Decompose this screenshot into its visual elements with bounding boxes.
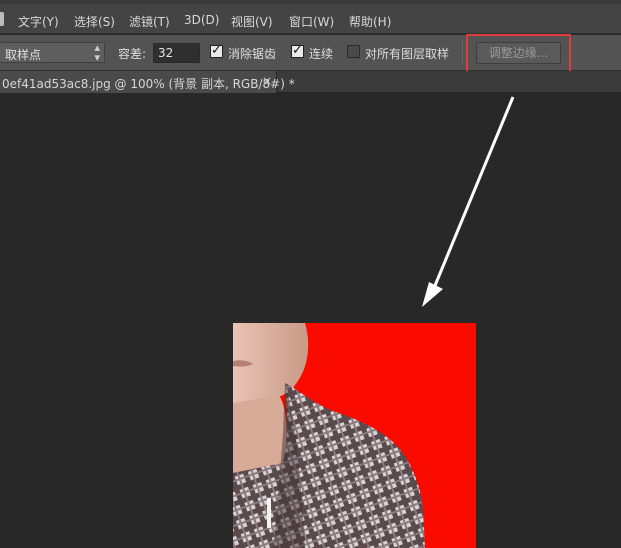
chevron-updown-icon: ▴ ▾ [94,41,100,64]
document-image [233,323,476,548]
document-tab-title: 0ef41ad53ac8.jpg @ 100% (背景 副本, RGB/8#) … [2,77,295,91]
sample-size-value: 取样点 [5,48,42,62]
sample-all-layers-checkbox[interactable] [347,45,360,58]
menu-view[interactable]: 视图(V) [231,13,273,30]
menu-type[interactable]: 文字(Y) [18,13,59,30]
portrait-photo [233,323,476,548]
menu-3d[interactable]: 3D(D) [184,13,219,27]
contiguous-checkbox[interactable] [291,43,304,58]
antialias-checkbox[interactable] [210,43,223,58]
sample-size-select[interactable]: 取样点 ▴ ▾ [0,42,105,63]
document-tab[interactable]: 0ef41ad53ac8.jpg @ 100% (背景 副本, RGB/8#) … [0,71,295,93]
menu-window[interactable]: 窗口(W) [289,13,334,30]
menu-select[interactable]: 选择(S) [74,13,115,30]
antialias-label: 消除锯齿 [228,47,277,61]
sample-all-layers-label: 对所有图层取样 [365,47,450,61]
document-tab-bar: 0ef41ad53ac8.jpg @ 100% (背景 副本, RGB/8#) … [0,71,621,93]
options-separator [462,41,463,65]
tolerance-input[interactable] [153,43,200,63]
menu-filter[interactable]: 滤镜(T) [129,13,170,30]
menu-help[interactable]: 帮助(H) [349,13,391,30]
close-icon[interactable]: × [262,74,272,88]
tolerance-label: 容差: [118,47,147,61]
app-logo-fragment [0,12,4,26]
menu-bar: 文字(Y) 选择(S) 滤镜(T) 3D(D) 视图(V) 窗口(W) 帮助(H… [0,4,621,34]
contiguous-label: 连续 [309,47,334,61]
